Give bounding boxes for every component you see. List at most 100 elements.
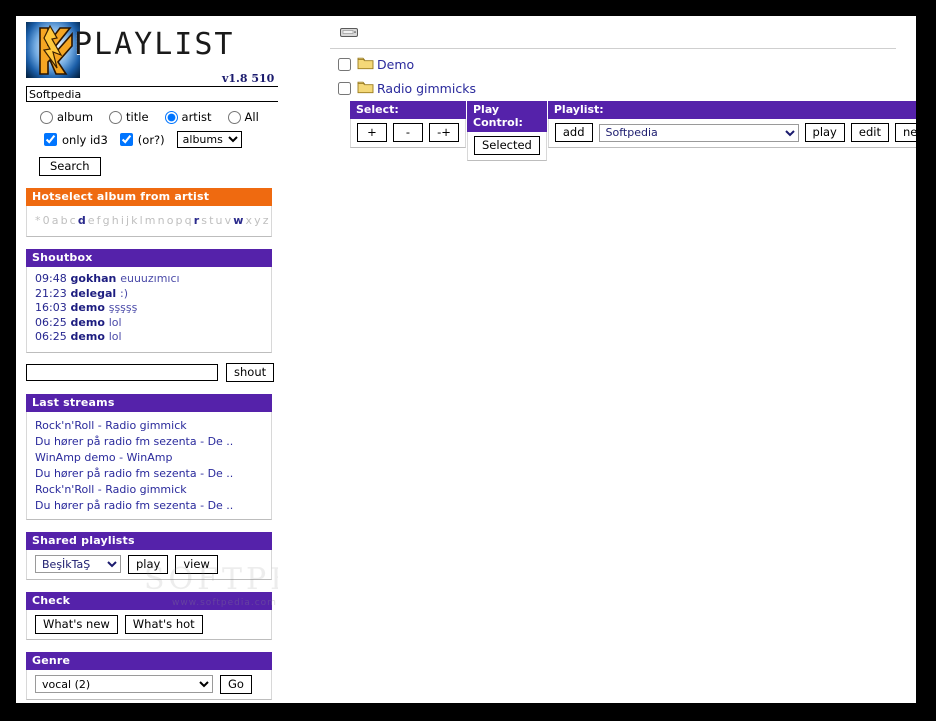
genre-body: vocal (2) Go [26, 669, 272, 700]
search-button[interactable]: Search [39, 157, 101, 176]
alphabet-letter-y: y [254, 214, 263, 227]
select-box: Select: + - -+ [350, 101, 466, 148]
alphabet-letter-k: k [131, 214, 140, 227]
alphabet-letter-o: o [166, 214, 176, 227]
shoutbox-entry: 21:23 delegal :) [35, 287, 265, 302]
app-title: PLAYLIST [74, 27, 235, 62]
search-scope-select[interactable]: albums [176, 131, 242, 148]
genre-title: Genre [26, 651, 272, 670]
folder-checkbox-demo[interactable] [338, 58, 351, 71]
select-remove-button[interactable]: - [393, 123, 423, 142]
last-streams-panel: Last streams Rock'n'Roll - Radio gimmick… [26, 393, 272, 520]
stream-link[interactable]: WinAmp demo - WinAmp [35, 450, 265, 466]
radio-album[interactable] [40, 110, 53, 124]
search-mode-album[interactable]: album [40, 110, 93, 124]
whats-new-button[interactable]: What's new [35, 614, 118, 634]
shoutbox-entry-message: lol [108, 330, 122, 343]
play-control-body: Selected [467, 132, 547, 161]
stream-link[interactable]: Rock'n'Roll - Radio gimmick [35, 482, 265, 498]
divider [330, 48, 896, 49]
alphabet-letter-x: x [245, 214, 255, 227]
genre-select[interactable]: vocal (2) [35, 675, 213, 693]
shoutbox-entry-message: euuuzımıcı [120, 272, 180, 285]
stream-link[interactable]: Du hører på radio fm sezenta - De .. [35, 434, 265, 450]
radio-artist[interactable] [164, 110, 178, 124]
stream-link[interactable]: Rock'n'Roll - Radio gimmick [35, 418, 265, 434]
hotselect-panel: Hotselect album from artist *0abcdefghij… [26, 188, 272, 237]
shared-view-button[interactable]: view [175, 554, 218, 574]
search-mode-title[interactable]: title [109, 110, 149, 124]
alphabet-letter-u: u [215, 214, 225, 227]
shoutbox-body: 09:48 gokhan euuuzımıcı 21:23 delegal :) 1… [26, 267, 272, 353]
shout-button[interactable]: shout [226, 362, 275, 382]
check-body: What's new What's hot [26, 609, 272, 640]
k-lightning-logo-icon [26, 22, 80, 78]
shoutbox-entry-user: demo [66, 301, 109, 314]
search-input[interactable] [26, 86, 316, 102]
shout-input[interactable] [26, 363, 218, 381]
alphabet-letter-h: h [111, 214, 121, 227]
playlist-play-button[interactable]: play [804, 123, 845, 142]
only-id3-checkbox[interactable] [44, 133, 57, 146]
hotselect-body: *0abcdefghijklmnopqrstuvwxyz [26, 206, 272, 237]
radio-title-label: title [126, 110, 149, 124]
radio-all-label: All [244, 110, 259, 124]
shared-playlist-select[interactable]: BeşİkTaŞ [35, 555, 121, 573]
shared-play-button[interactable]: play [128, 554, 169, 574]
alphabet-letter-0: 0 [42, 214, 52, 227]
tree-row[interactable]: Demo [338, 56, 916, 73]
folder-label[interactable]: Radio gimmicks [377, 81, 476, 96]
search-mode-all[interactable]: All [227, 110, 259, 124]
radio-all[interactable] [227, 110, 241, 124]
shoutbox-entry-time: 16:03 [35, 301, 67, 314]
shoutbox-form: shout [26, 362, 278, 382]
or-checkbox[interactable] [119, 133, 133, 146]
alphabet-letter-n: n [157, 214, 167, 227]
alphabet-letter-w[interactable]: w [233, 214, 245, 227]
hotselect-title: Hotselect album from artist [26, 188, 272, 206]
playlist-select[interactable]: Softpedia [598, 123, 799, 142]
stream-link[interactable]: Du hører på radio fm sezenta - De .. [35, 466, 265, 482]
whats-hot-button[interactable]: What's hot [124, 614, 203, 634]
radio-album-label: album [57, 110, 94, 124]
alphabet-letter-d[interactable]: d [78, 214, 88, 227]
select-add-button[interactable]: + [357, 123, 387, 142]
folder-icon [357, 56, 374, 73]
folder-checkbox-radio-gimmicks[interactable] [338, 82, 351, 95]
alphabet-links[interactable]: *0abcdefghijklmnopqrstuvwxyz [35, 211, 269, 231]
playlist-edit-button[interactable]: edit [850, 123, 889, 142]
select-box-title: Select: [350, 101, 466, 119]
shoutbox-entry-user: demo [66, 315, 109, 329]
playlist-box-title: Playlist: [547, 101, 916, 119]
select-invert-button[interactable]: -+ [429, 123, 459, 142]
alphabet-letter-a: a [51, 214, 61, 227]
shoutbox-entry-message: lol [108, 315, 122, 329]
shared-playlists-body: BeşİkTaŞ play view [26, 549, 272, 580]
or-label: (or?) [137, 132, 165, 147]
shoutbox-entry: 16:03 demo şşşşş [35, 301, 265, 316]
playlist-add-button[interactable]: add [554, 123, 593, 142]
shoutbox-title: Shoutbox [26, 249, 272, 267]
playlist-new-button[interactable]: new [894, 123, 916, 142]
shoutbox-entry-time: 21:23 [35, 286, 67, 300]
shoutbox-entry-message: :) [120, 286, 128, 300]
alphabet-letter-g: g [102, 214, 112, 227]
drive-icon[interactable] [340, 24, 916, 43]
shoutbox-entry-time: 06:25 [35, 315, 67, 329]
sidebar: PLAYLIST v1.8 510 album title artist All [16, 16, 396, 703]
folder-label[interactable]: Demo [377, 57, 414, 72]
play-selected-button[interactable]: Selected [474, 136, 540, 155]
genre-go-button[interactable]: Go [220, 674, 252, 694]
shoutbox-entry-message: şşşşş [108, 301, 138, 314]
stream-link[interactable]: Du hører på radio fm sezenta - De .. [35, 498, 265, 514]
radio-title[interactable] [109, 110, 123, 124]
alphabet-letter-q: q [184, 214, 194, 227]
alphabet-letter-s: s [201, 214, 210, 227]
shoutbox-panel: Shoutbox 09:48 gokhan euuuzımıcı 21:23 de… [26, 249, 272, 353]
alphabet-letter-z: z [262, 214, 271, 227]
tree-row[interactable]: Radio gimmicks [338, 80, 916, 97]
search-mode-artist[interactable]: artist [164, 110, 212, 124]
shoutbox-entry: 06:25 demo lol [35, 330, 265, 345]
control-bar: Select: + - -+ Play Control: Selected Pl… [350, 101, 916, 161]
alphabet-letter-p: p [175, 214, 185, 227]
